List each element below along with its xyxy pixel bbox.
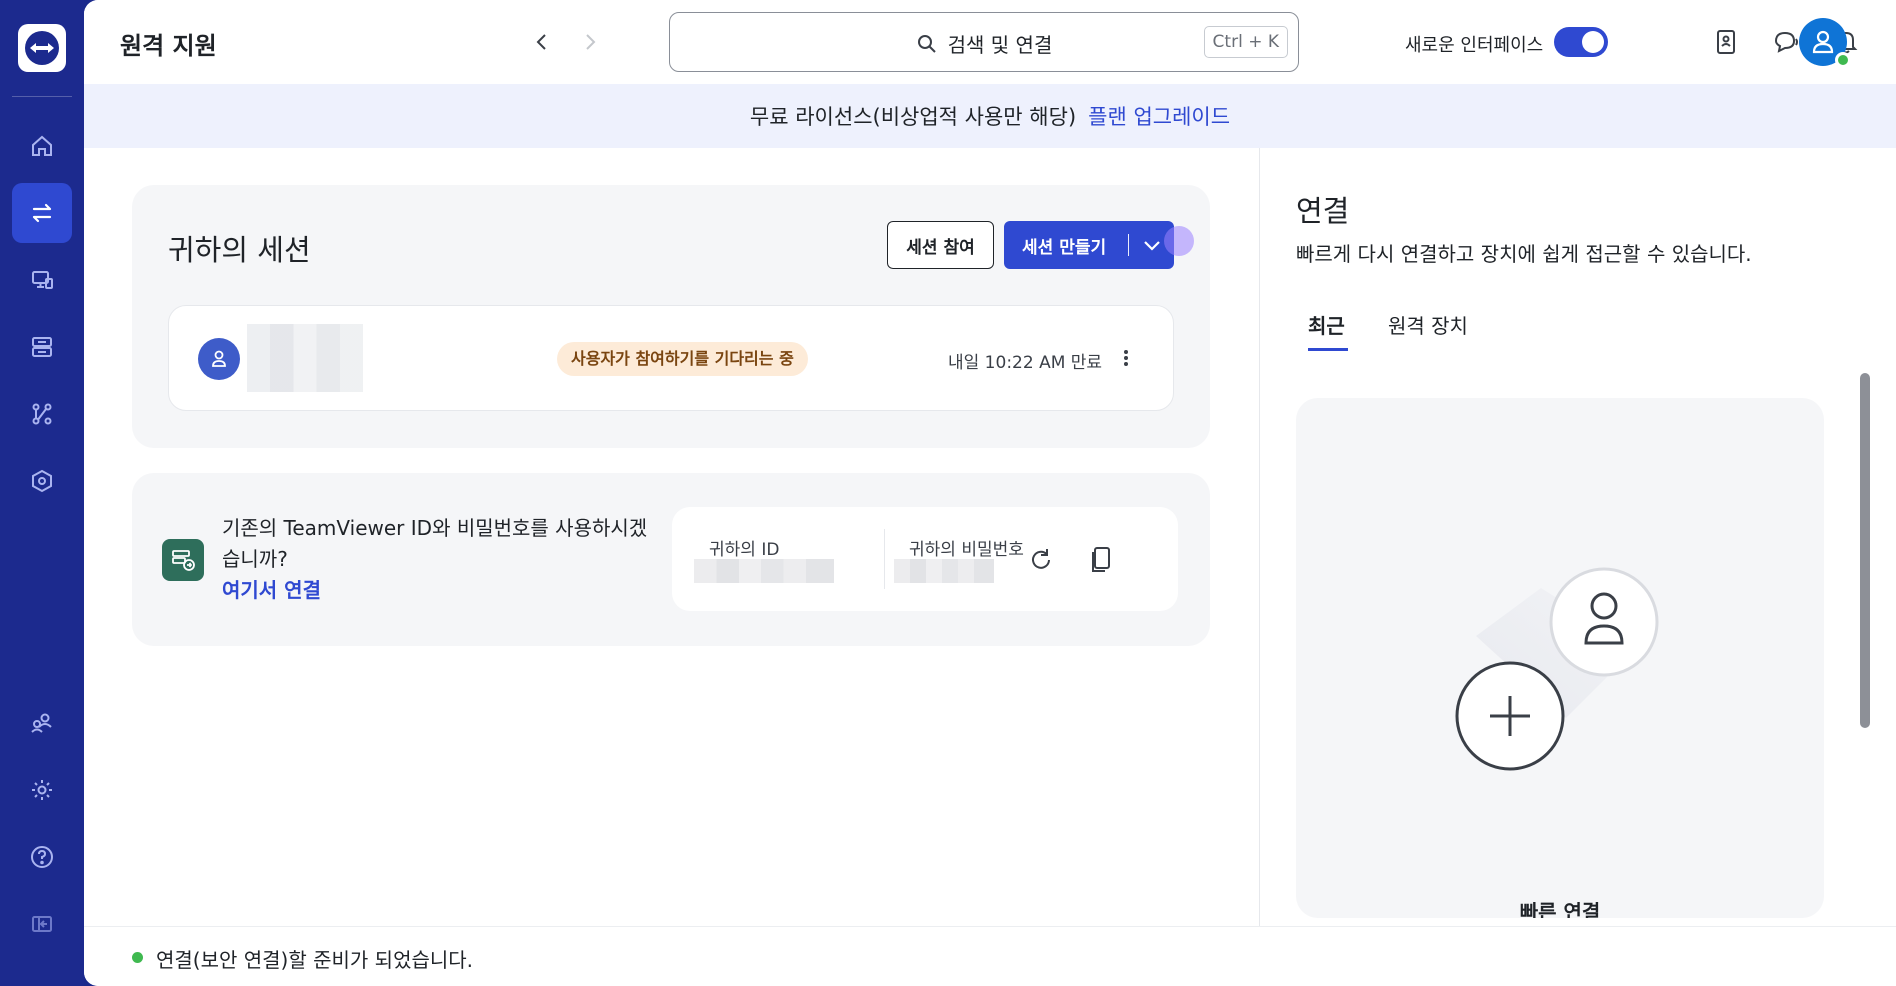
create-session-label: 세션 만들기 xyxy=(1022,237,1107,258)
your-password-label: 귀하의 비밀번호 xyxy=(909,540,1024,560)
top-bar: 원격 지원 검색 및 연결 Ctrl + K 새로운 인터페이스 xyxy=(84,0,1896,84)
quick-connect-illustration xyxy=(1455,567,1659,771)
connect-panel: 연결 빠르게 다시 연결하고 장치에 쉽게 접근할 수 있습니다. 최근 원격 … xyxy=(1259,148,1896,926)
help-icon[interactable] xyxy=(12,827,72,887)
people-icon[interactable] xyxy=(12,693,72,753)
redacted-password xyxy=(894,559,994,583)
create-session-button[interactable]: 세션 만들기 xyxy=(1004,221,1174,269)
new-interface-label: 새로운 인터페이스 xyxy=(1405,35,1544,56)
redacted-id xyxy=(694,559,834,583)
sidebar-divider xyxy=(12,96,72,97)
upgrade-plan-link[interactable]: 플랜 업그레이드 xyxy=(1088,101,1230,131)
forward-arrow-icon[interactable] xyxy=(574,26,606,58)
workflow-icon[interactable] xyxy=(12,384,72,444)
redacted-session-name xyxy=(247,324,363,392)
your-id-label: 귀하의 ID xyxy=(709,540,780,560)
status-badge: 사용자가 참여하기를 기다리는 중 xyxy=(557,342,808,376)
status-text: 연결(보안 연결)할 준비가 되었습니다. xyxy=(156,948,474,972)
arrows-exchange-icon[interactable] xyxy=(12,183,72,243)
sessions-card: 귀하의 세션 세션 참여 세션 만들기 사용자가 참여하기를 기다리는 중 내일… xyxy=(132,185,1210,448)
status-bar: 연결(보안 연결)할 준비가 되었습니다. xyxy=(84,926,1896,986)
copy-icon[interactable] xyxy=(1084,543,1118,577)
refresh-icon[interactable] xyxy=(1024,543,1058,577)
chat-icon[interactable] xyxy=(1770,26,1802,58)
join-session-button[interactable]: 세션 참여 xyxy=(887,221,994,269)
main-window: 원격 지원 검색 및 연결 Ctrl + K 새로운 인터페이스 무료 라이선스… xyxy=(84,0,1896,986)
page-title: 원격 지원 xyxy=(120,32,217,60)
tab-remote-devices[interactable]: 원격 장치 xyxy=(1388,310,1468,339)
teamviewer-logo-icon[interactable] xyxy=(18,24,66,72)
status-dot xyxy=(132,952,143,963)
presence-indicator xyxy=(1835,52,1851,68)
sidebar xyxy=(0,0,84,986)
contact-card-icon[interactable] xyxy=(1710,26,1742,58)
monitor-icon[interactable] xyxy=(12,250,72,310)
session-row[interactable]: 사용자가 참여하기를 기다리는 중 내일 10:22 AM 만료 xyxy=(168,305,1174,411)
scrollbar[interactable] xyxy=(1860,373,1870,728)
active-tab-indicator xyxy=(1308,348,1348,351)
search-input[interactable]: 검색 및 연결 Ctrl + K xyxy=(669,12,1299,72)
connect-subtitle: 빠르게 다시 연결하고 장치에 쉽게 접근할 수 있습니다. xyxy=(1296,242,1752,266)
user-avatar-icon xyxy=(198,338,240,380)
more-options-icon[interactable] xyxy=(1119,346,1133,370)
server-connect-icon xyxy=(162,539,204,581)
license-text: 무료 라이선스(비상업적 사용만 해당) xyxy=(749,105,1077,129)
cursor-highlight xyxy=(1164,226,1194,256)
legacy-id-prompt: 기존의 TeamViewer ID와 비밀번호를 사용하시겠습니까? 여기서 연… xyxy=(222,513,652,606)
connect-here-link[interactable]: 여기서 연결 xyxy=(222,575,652,606)
back-arrow-icon[interactable] xyxy=(526,26,558,58)
hex-shield-icon[interactable] xyxy=(12,451,72,511)
collapse-sidebar-icon[interactable] xyxy=(12,894,72,954)
quick-connect-card[interactable]: 빠른 연결 xyxy=(1296,398,1824,918)
legacy-id-card: 기존의 TeamViewer ID와 비밀번호를 사용하시겠습니까? 여기서 연… xyxy=(132,473,1210,646)
sessions-title: 귀하의 세션 xyxy=(168,233,311,267)
tab-recent[interactable]: 최근 xyxy=(1308,310,1345,339)
quick-connect-label: 빠른 연결 xyxy=(1519,900,1601,918)
new-interface-toggle[interactable] xyxy=(1554,27,1608,57)
search-label: 검색 및 연결 xyxy=(947,33,1053,57)
license-banner: 무료 라이선스(비상업적 사용만 해당) 플랜 업그레이드 xyxy=(84,84,1896,148)
search-icon xyxy=(917,34,936,53)
home-icon[interactable] xyxy=(12,116,72,176)
connect-title: 연결 xyxy=(1296,194,1350,228)
session-switch-icon[interactable] xyxy=(12,317,72,377)
gear-icon[interactable] xyxy=(12,760,72,820)
session-expiry: 내일 10:22 AM 만료 xyxy=(948,353,1103,373)
credentials-box: 귀하의 ID 귀하의 비밀번호 xyxy=(672,507,1178,611)
search-shortcut: Ctrl + K xyxy=(1203,26,1288,58)
